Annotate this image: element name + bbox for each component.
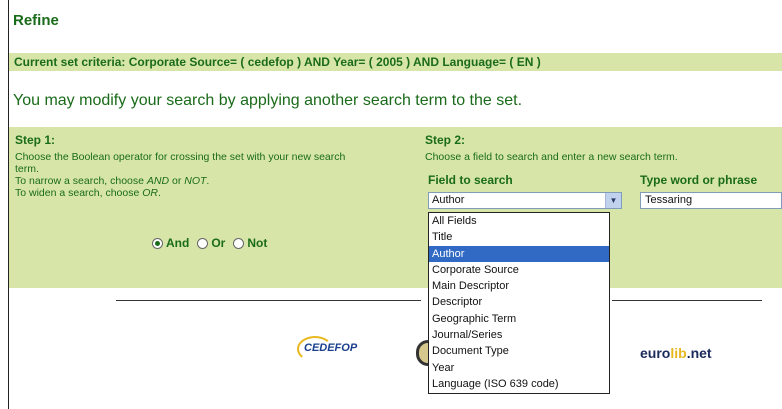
field-option[interactable]: Journal/Series: [429, 327, 609, 343]
cedefop-logo[interactable]: CEDEFOP: [304, 342, 357, 354]
footer-divider: [116, 300, 421, 301]
search-term-input[interactable]: Tessaring: [640, 192, 782, 209]
operator-and-label: And: [166, 236, 190, 250]
field-option[interactable]: Corporate Source: [429, 262, 609, 278]
step1-widen: To widen a search, choose OR.: [15, 187, 161, 199]
step1-title: Step 1:: [15, 133, 56, 147]
or-radio[interactable]: [197, 237, 209, 249]
field-to-search-label: Field to search: [428, 173, 513, 187]
step1-line1: Choose the Boolean operator for crossing…: [15, 151, 346, 163]
and-radio[interactable]: [152, 237, 163, 249]
field-option[interactable]: Main Descriptor: [429, 278, 609, 294]
step1-narrow: To narrow a search, choose AND or NOT.: [15, 175, 210, 187]
word-phrase-label: Type word or phrase: [640, 173, 758, 187]
field-option[interactable]: All Fields: [429, 213, 609, 229]
field-option[interactable]: Geographic Term: [429, 311, 609, 327]
footer-divider-right: [612, 300, 762, 301]
step2-title: Step 2:: [425, 133, 466, 147]
field-option[interactable]: Document Type: [429, 343, 609, 359]
operator-or-option[interactable]: Or: [197, 236, 225, 250]
not-radio[interactable]: [233, 237, 245, 249]
eurolib-logo[interactable]: eurolib.net: [640, 345, 712, 361]
field-select-value: Author: [432, 194, 465, 206]
page-title: Refine: [13, 12, 59, 29]
step1-instructions: Choose the Boolean operator for crossing…: [15, 151, 425, 199]
field-dropdown-list: All Fields Title Author Corporate Source…: [428, 212, 610, 394]
chevron-down-icon[interactable]: ▼: [605, 193, 621, 208]
operator-not-label: Not: [247, 236, 268, 250]
field-option[interactable]: Descriptor: [429, 294, 609, 310]
field-option-selected[interactable]: Author: [429, 245, 609, 262]
criteria-bar: Current set criteria: Corporate Source= …: [9, 53, 782, 71]
field-option[interactable]: Year: [429, 360, 609, 376]
modify-instruction: You may modify your search by applying a…: [13, 92, 523, 109]
step1-line2: term.: [15, 163, 39, 175]
step2-instructions: Choose a field to search and enter a new…: [425, 151, 678, 163]
operator-not-option[interactable]: Not: [233, 236, 267, 250]
boolean-operator-group: And Or Not: [152, 236, 275, 250]
field-option[interactable]: Title: [429, 229, 609, 245]
field-option[interactable]: Language (ISO 639 code): [429, 376, 609, 392]
field-select[interactable]: Author ▼: [428, 192, 622, 209]
operator-or-label: Or: [211, 236, 226, 250]
operator-and-option[interactable]: And: [152, 236, 189, 250]
